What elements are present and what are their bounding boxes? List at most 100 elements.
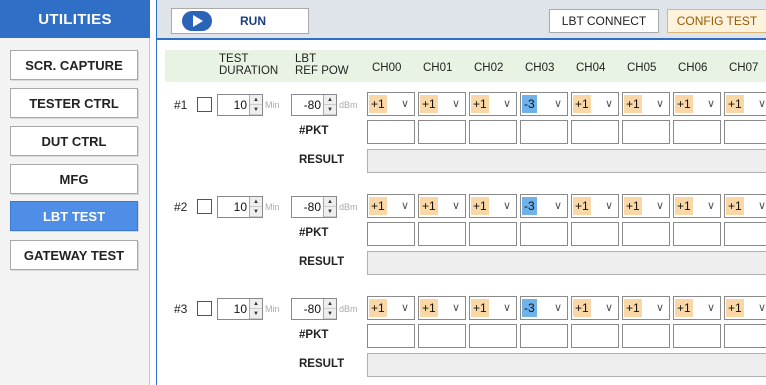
- config-test-label: CONFIG TEST: [676, 14, 758, 28]
- duration-unit: Min: [265, 100, 280, 110]
- toolbar: RUN LBT CONNECT CONFIG TEST: [157, 0, 766, 40]
- channel-offset-dropdown[interactable]: +1 ∨: [724, 194, 766, 218]
- test-duration-stepper[interactable]: 10 ▲ ▼: [217, 298, 263, 320]
- pkt-count-field[interactable]: [418, 324, 466, 348]
- channel-offset-dropdown[interactable]: +1 ∨: [418, 92, 466, 116]
- channel-offset-value: +1: [420, 197, 438, 215]
- pkt-count-field[interactable]: [622, 222, 670, 246]
- channel-offset-dropdown[interactable]: +1 ∨: [622, 194, 670, 218]
- spin-arrows-icon: ▲ ▼: [249, 95, 262, 115]
- pkt-count-field[interactable]: [418, 120, 466, 144]
- power-unit: dBm: [339, 202, 358, 212]
- pkt-count-field[interactable]: [367, 324, 415, 348]
- sidebar-item-gateway-test[interactable]: GATEWAY TEST: [10, 240, 138, 270]
- channel-offset-dropdown[interactable]: +1 ∨: [418, 194, 466, 218]
- channel-offset-dropdown[interactable]: +1 ∨: [367, 296, 415, 320]
- channel-offset-value: +1: [471, 95, 489, 113]
- channel-offset-dropdown[interactable]: +1 ∨: [571, 296, 619, 320]
- pkt-count-field[interactable]: [469, 222, 517, 246]
- chevron-down-icon: ∨: [451, 200, 460, 212]
- chevron-down-icon: ∨: [757, 200, 766, 212]
- test-duration-stepper[interactable]: 10 ▲ ▼: [217, 94, 263, 116]
- lbt-connect-button[interactable]: LBT CONNECT: [549, 9, 659, 33]
- pkt-count-field[interactable]: [673, 222, 721, 246]
- channel-offset-dropdown[interactable]: -3 ∨: [520, 296, 568, 320]
- group-label: #2: [174, 200, 188, 214]
- channel-offset-dropdown[interactable]: +1 ∨: [622, 296, 670, 320]
- sidebar-item-tester-ctrl[interactable]: TESTER CTRL: [10, 88, 138, 118]
- chevron-down-icon: ∨: [400, 200, 409, 212]
- pkt-count-field[interactable]: [520, 324, 568, 348]
- channel-offset-dropdown[interactable]: +1 ∨: [724, 92, 766, 116]
- pkt-count-field[interactable]: [673, 324, 721, 348]
- channel-offset-dropdown[interactable]: +1 ∨: [571, 194, 619, 218]
- pkt-count-field[interactable]: [469, 324, 517, 348]
- channel-offset-dropdown[interactable]: -3 ∨: [520, 194, 568, 218]
- channel-offset-dropdown[interactable]: +1 ∨: [724, 296, 766, 320]
- channel-offset-value: +1: [624, 299, 642, 317]
- channel-offset-dropdown[interactable]: +1 ∨: [367, 92, 415, 116]
- channel-offset-dropdown[interactable]: +1 ∨: [367, 194, 415, 218]
- ref-power-stepper[interactable]: -80 ▲ ▼: [291, 298, 337, 320]
- result-label: RESULT: [299, 154, 345, 166]
- pkt-count-field[interactable]: [571, 324, 619, 348]
- chevron-down-icon: ∨: [553, 98, 562, 110]
- sidebar-item-label: GATEWAY TEST: [23, 247, 125, 263]
- group-enable-checkbox[interactable]: [197, 301, 212, 316]
- pkt-count-field[interactable]: [622, 120, 670, 144]
- lbt-ref-pow-header: LBT REF POW: [295, 53, 349, 77]
- result-field: [367, 353, 766, 377]
- channel-offset-dropdown[interactable]: -3 ∨: [520, 92, 568, 116]
- group-enable-checkbox[interactable]: [197, 97, 212, 112]
- sidebar-title: UTILITIES: [0, 0, 150, 38]
- chevron-down-icon: ∨: [400, 98, 409, 110]
- pkt-count-field[interactable]: [418, 222, 466, 246]
- pkt-count-field[interactable]: [469, 120, 517, 144]
- channel-offset-value: +1: [675, 197, 693, 215]
- channel-offset-dropdown[interactable]: +1 ∨: [673, 194, 721, 218]
- power-unit: dBm: [339, 100, 358, 110]
- channel-offset-dropdown[interactable]: +1 ∨: [469, 194, 517, 218]
- pkt-count-field[interactable]: [571, 222, 619, 246]
- ref-power-stepper[interactable]: -80 ▲ ▼: [291, 94, 337, 116]
- channel-offset-value: +1: [369, 95, 387, 113]
- pkt-count-field[interactable]: [520, 120, 568, 144]
- sidebar-item-mfg[interactable]: MFG: [10, 164, 138, 194]
- channel-offset-dropdown[interactable]: +1 ∨: [673, 92, 721, 116]
- pkt-count-field[interactable]: [571, 120, 619, 144]
- run-button[interactable]: RUN: [171, 8, 309, 34]
- sidebar-item-label: DUT CTRL: [41, 133, 107, 149]
- sidebar-item-scr-capture[interactable]: SCR. CAPTURE: [10, 50, 138, 80]
- chevron-down-icon: ∨: [400, 302, 409, 314]
- power-unit: dBm: [339, 304, 358, 314]
- pkt-label: #PKT: [299, 329, 329, 341]
- pkt-count-field[interactable]: [724, 120, 766, 144]
- test-duration-stepper[interactable]: 10 ▲ ▼: [217, 196, 263, 218]
- lbt-ref-pow-header-line1: LBT: [295, 53, 317, 65]
- sidebar-item-lbt-test[interactable]: LBT TEST: [10, 201, 138, 231]
- channel-offset-dropdown[interactable]: +1 ∨: [571, 92, 619, 116]
- pkt-count-field[interactable]: [724, 324, 766, 348]
- channel-offset-dropdown[interactable]: +1 ∨: [418, 296, 466, 320]
- channel-offset-dropdown[interactable]: +1 ∨: [469, 92, 517, 116]
- spin-arrows-icon: ▲ ▼: [323, 197, 336, 217]
- pkt-count-field[interactable]: [673, 120, 721, 144]
- config-test-button[interactable]: CONFIG TEST: [667, 9, 766, 33]
- channel-offset-value: +1: [573, 95, 591, 113]
- chevron-down-icon: ∨: [451, 98, 460, 110]
- group-enable-checkbox[interactable]: [197, 199, 212, 214]
- result-label: RESULT: [299, 358, 345, 370]
- channel-offset-dropdown[interactable]: +1 ∨: [622, 92, 670, 116]
- ref-power-stepper[interactable]: -80 ▲ ▼: [291, 196, 337, 218]
- pkt-count-field[interactable]: [622, 324, 670, 348]
- pkt-count-field[interactable]: [367, 222, 415, 246]
- channel-offset-dropdown[interactable]: +1 ∨: [673, 296, 721, 320]
- channel-offset-value: +1: [573, 299, 591, 317]
- result-field: [367, 251, 766, 275]
- chevron-down-icon: ∨: [553, 200, 562, 212]
- sidebar-item-dut-ctrl[interactable]: DUT CTRL: [10, 126, 138, 156]
- pkt-count-field[interactable]: [520, 222, 568, 246]
- pkt-count-field[interactable]: [724, 222, 766, 246]
- channel-offset-dropdown[interactable]: +1 ∨: [469, 296, 517, 320]
- pkt-count-field[interactable]: [367, 120, 415, 144]
